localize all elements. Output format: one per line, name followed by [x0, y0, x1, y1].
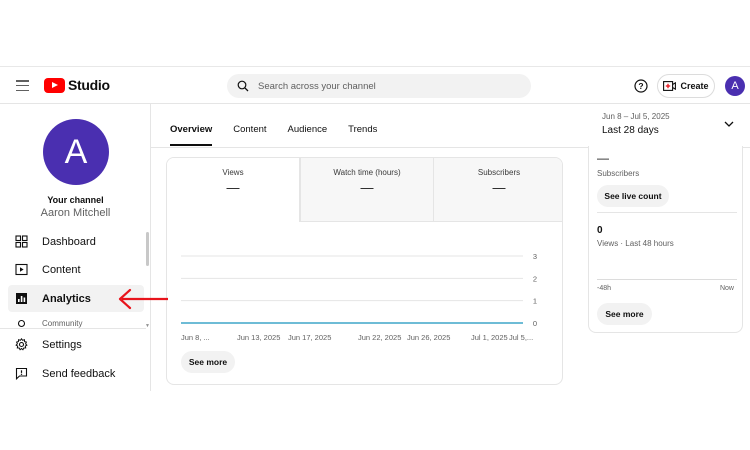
studio-logo[interactable]: Studio	[44, 77, 110, 93]
sidebar-item-dashboard[interactable]: Dashboard	[8, 228, 144, 255]
help-icon[interactable]: ?	[634, 79, 648, 93]
tab-audience[interactable]: Audience	[288, 124, 328, 146]
sidebar-item-label: Dashboard	[42, 235, 96, 248]
realtime-card: — Subscribers See live count 0 Views · L…	[588, 146, 743, 333]
sidebar-item-label: Content	[42, 263, 81, 276]
search-placeholder: Search across your channel	[258, 80, 376, 92]
sidebar-item-settings[interactable]: Settings	[8, 331, 144, 358]
metric-label: Watch time (hours)	[333, 168, 401, 177]
analytics-icon	[16, 293, 27, 304]
tab-trends[interactable]: Trends	[348, 124, 377, 146]
metric-views[interactable]: Views —	[167, 158, 300, 222]
x-tick-label: Jun 26, 2025	[407, 333, 450, 342]
feedback-icon	[15, 367, 28, 380]
sidebar-divider	[0, 328, 146, 329]
see-more-button[interactable]: See more	[181, 351, 235, 373]
realtime-subscribers-value: —	[597, 151, 609, 165]
metric-subscribers[interactable]: Subscribers —	[433, 158, 562, 222]
metric-value: —	[360, 180, 374, 195]
metric-label: Subscribers	[477, 168, 521, 177]
channel-avatar[interactable]: A	[43, 119, 109, 185]
channel-name: Aaron Mitchell	[40, 207, 111, 219]
channel-title: Your channel	[47, 195, 104, 205]
sidebar-item-label: Analytics	[42, 292, 91, 305]
tab-content[interactable]: Content	[233, 124, 266, 146]
views-line-chart: 3 2 1 0 Jun 8, ... Jun 13, 2025 Jun 17, 2025 Ju…	[181, 252, 537, 342]
axis-end-label: Now	[719, 285, 734, 292]
sidebar: A Your channel Aaron Mitchell Dashboard …	[0, 104, 151, 391]
sidebar-scrollbar[interactable]	[146, 232, 149, 266]
realtime-divider	[597, 212, 737, 213]
create-button[interactable]: Create	[657, 74, 715, 98]
gear-icon	[15, 338, 28, 351]
x-tick-label: Jun 13, 2025	[237, 333, 280, 342]
youtube-play-icon	[44, 77, 65, 93]
y-tick-label: 3	[533, 252, 537, 261]
y-tick-label: 2	[533, 274, 537, 283]
x-tick-label: Jun 22, 2025	[358, 333, 401, 342]
add-video-icon	[663, 81, 677, 91]
date-range-picker[interactable]: Jun 8 – Jul 5, 2025 Last 28 days	[602, 112, 670, 136]
date-range-dates: Jun 8 – Jul 5, 2025	[602, 112, 670, 121]
axis-start-label: -48h	[597, 285, 612, 292]
search-input[interactable]: Search across your channel	[227, 74, 531, 98]
metric-watch-time[interactable]: Watch time (hours) —	[300, 158, 433, 222]
metric-value: —	[226, 180, 240, 195]
x-tick-label: Jun 8, ...	[181, 333, 210, 342]
metric-label: Views	[222, 168, 244, 177]
account-avatar[interactable]: A	[725, 76, 745, 96]
create-label: Create	[680, 81, 709, 91]
metric-value: —	[492, 180, 506, 195]
metric-tabs: Views — Watch time (hours) — Subscribers…	[167, 158, 562, 222]
x-tick-label: Jun 17, 2025	[288, 333, 331, 342]
realtime-axis-ticks: -48h Now	[597, 285, 734, 292]
sidebar-item-label: Community	[42, 319, 83, 328]
svg-text:?: ?	[638, 81, 643, 91]
menu-icon[interactable]	[16, 80, 29, 92]
overview-card: Views — Watch time (hours) — Subscribers…	[166, 157, 563, 385]
search-icon	[237, 80, 249, 92]
realtime-views-label: Views · Last 48 hours	[597, 239, 674, 248]
annotation-arrow-icon	[118, 288, 168, 310]
x-tick-label: Jul 1, 2025	[471, 333, 508, 342]
content-icon	[15, 263, 28, 276]
sidebar-item-send-feedback[interactable]: Send feedback	[8, 360, 144, 387]
x-tick-label: Jul 5,...	[509, 333, 533, 342]
realtime-views-value: 0	[597, 225, 603, 236]
realtime-subscribers-label: Subscribers	[597, 169, 640, 178]
sidebar-item-label: Send feedback	[42, 367, 116, 380]
date-range-label: Last 28 days	[602, 125, 659, 136]
chevron-down-icon[interactable]	[724, 121, 734, 128]
see-live-count-button[interactable]: See live count	[597, 185, 669, 207]
top-bar: Studio Search across your channel ? Crea…	[0, 66, 750, 104]
analytics-tabs: Overview Content Audience Trends	[170, 124, 398, 146]
sidebar-item-label: Settings	[42, 338, 82, 351]
dashboard-icon	[15, 235, 28, 248]
logo-text: Studio	[68, 77, 110, 93]
realtime-see-more-button[interactable]: See more	[597, 303, 652, 325]
y-tick-label: 1	[533, 297, 537, 306]
sidebar-item-content[interactable]: Content	[8, 256, 144, 283]
studio-app: Studio Search across your channel ? Crea…	[0, 66, 750, 391]
y-tick-label: 0	[533, 319, 537, 328]
realtime-axis	[597, 279, 737, 280]
tab-overview[interactable]: Overview	[170, 124, 213, 146]
